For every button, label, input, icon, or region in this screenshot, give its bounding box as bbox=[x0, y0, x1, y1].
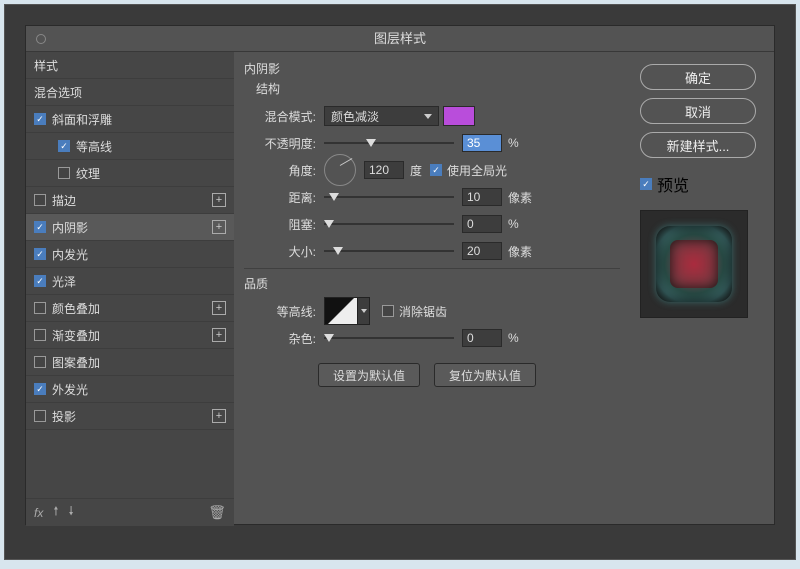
effects-panel: 样式 混合选项 斜面和浮雕 等高线 纹理 bbox=[26, 52, 234, 526]
distance-input[interactable]: 10 bbox=[462, 188, 502, 206]
cancel-button[interactable]: 取消 bbox=[640, 98, 756, 124]
effect-inner-shadow[interactable]: 内阴影 + bbox=[26, 214, 234, 241]
choke-input[interactable]: 0 bbox=[462, 215, 502, 233]
global-light-label: 使用全局光 bbox=[447, 162, 507, 179]
ok-button[interactable]: 确定 bbox=[640, 64, 756, 90]
angle-unit: 度 bbox=[410, 162, 422, 179]
noise-label: 杂色: bbox=[244, 330, 324, 347]
global-light-checkbox[interactable] bbox=[430, 164, 442, 176]
checkbox-icon[interactable] bbox=[34, 113, 46, 125]
reset-default-button[interactable]: 复位为默认值 bbox=[434, 363, 536, 387]
checkbox-icon[interactable] bbox=[58, 140, 70, 152]
effect-contour[interactable]: 等高线 bbox=[26, 133, 234, 160]
contour-dropdown-icon[interactable] bbox=[358, 297, 370, 325]
preview-thumbnail bbox=[640, 210, 748, 318]
structure-label: 结构 bbox=[256, 80, 630, 97]
add-effect-icon[interactable]: + bbox=[212, 301, 226, 315]
blend-mode-select[interactable]: 颜色减淡 bbox=[324, 106, 439, 126]
choke-label: 阻塞: bbox=[244, 216, 324, 233]
new-style-button[interactable]: 新建样式... bbox=[640, 132, 756, 158]
choke-slider[interactable] bbox=[324, 218, 454, 230]
layer-style-dialog: 图层样式 样式 混合选项 斜面和浮雕 等高线 bbox=[25, 25, 775, 525]
size-unit: 像素 bbox=[508, 243, 532, 260]
preview-checkbox[interactable] bbox=[640, 178, 652, 190]
checkbox-icon[interactable] bbox=[58, 167, 70, 179]
size-label: 大小: bbox=[244, 243, 324, 260]
opacity-input[interactable]: 35 bbox=[462, 134, 502, 152]
effect-gradient-overlay[interactable]: 渐变叠加 + bbox=[26, 322, 234, 349]
checkbox-icon[interactable] bbox=[34, 302, 46, 314]
distance-unit: 像素 bbox=[508, 189, 532, 206]
distance-label: 距离: bbox=[244, 189, 324, 206]
fx-menu-icon[interactable]: fx bbox=[34, 506, 43, 520]
add-effect-icon[interactable]: + bbox=[212, 193, 226, 207]
checkbox-icon[interactable] bbox=[34, 329, 46, 341]
checkbox-icon[interactable] bbox=[34, 248, 46, 260]
dialog-title: 图层样式 bbox=[374, 31, 426, 46]
effect-pattern-overlay[interactable]: 图案叠加 bbox=[26, 349, 234, 376]
opacity-unit: % bbox=[508, 136, 519, 150]
settings-panel: 内阴影 结构 混合模式: 颜色减淡 不透明度: 35 % 角度: 120 bbox=[234, 52, 630, 526]
styles-header[interactable]: 样式 bbox=[26, 52, 234, 79]
trash-icon[interactable]: 🗑 bbox=[208, 504, 226, 521]
opacity-slider[interactable] bbox=[324, 137, 454, 149]
angle-input[interactable]: 120 bbox=[364, 161, 404, 179]
section-title: 内阴影 bbox=[244, 60, 630, 77]
angle-dial[interactable] bbox=[324, 154, 356, 186]
antialias-label: 消除锯齿 bbox=[399, 303, 447, 320]
effect-texture[interactable]: 纹理 bbox=[26, 160, 234, 187]
noise-unit: % bbox=[508, 331, 519, 345]
add-effect-icon[interactable]: + bbox=[212, 409, 226, 423]
set-default-button[interactable]: 设置为默认值 bbox=[318, 363, 420, 387]
checkbox-icon[interactable] bbox=[34, 356, 46, 368]
move-down-icon[interactable]: 🠗 bbox=[69, 502, 74, 523]
titlebar: 图层样式 bbox=[26, 26, 774, 52]
effect-outer-glow[interactable]: 外发光 bbox=[26, 376, 234, 403]
checkbox-icon[interactable] bbox=[34, 221, 46, 233]
distance-slider[interactable] bbox=[324, 191, 454, 203]
checkbox-icon[interactable] bbox=[34, 410, 46, 422]
antialias-checkbox[interactable] bbox=[382, 305, 394, 317]
move-up-icon[interactable]: 🠕 bbox=[53, 502, 58, 523]
checkbox-icon[interactable] bbox=[34, 194, 46, 206]
blend-mode-label: 混合模式: bbox=[244, 108, 324, 125]
noise-slider[interactable] bbox=[324, 332, 454, 344]
contour-label: 等高线: bbox=[244, 303, 324, 320]
size-slider[interactable] bbox=[324, 245, 454, 257]
window-control-icon[interactable] bbox=[36, 34, 46, 44]
add-effect-icon[interactable]: + bbox=[212, 328, 226, 342]
add-effect-icon[interactable]: + bbox=[212, 220, 226, 234]
contour-picker[interactable] bbox=[324, 297, 358, 325]
effect-drop-shadow[interactable]: 投影 + bbox=[26, 403, 234, 430]
effect-stroke[interactable]: 描边 + bbox=[26, 187, 234, 214]
color-swatch[interactable] bbox=[443, 106, 475, 126]
noise-input[interactable]: 0 bbox=[462, 329, 502, 347]
blending-options[interactable]: 混合选项 bbox=[26, 79, 234, 106]
effect-bevel-emboss[interactable]: 斜面和浮雕 bbox=[26, 106, 234, 133]
effect-inner-glow[interactable]: 内发光 bbox=[26, 241, 234, 268]
effect-color-overlay[interactable]: 颜色叠加 + bbox=[26, 295, 234, 322]
opacity-label: 不透明度: bbox=[244, 135, 324, 152]
quality-label: 品质 bbox=[244, 275, 630, 292]
action-panel: 确定 取消 新建样式... 预览 bbox=[630, 52, 774, 526]
size-input[interactable]: 20 bbox=[462, 242, 502, 260]
effect-satin[interactable]: 光泽 bbox=[26, 268, 234, 295]
angle-label: 角度: bbox=[244, 162, 324, 179]
choke-unit: % bbox=[508, 217, 519, 231]
preview-label: 预览 bbox=[657, 172, 689, 196]
checkbox-icon[interactable] bbox=[34, 275, 46, 287]
checkbox-icon[interactable] bbox=[34, 383, 46, 395]
